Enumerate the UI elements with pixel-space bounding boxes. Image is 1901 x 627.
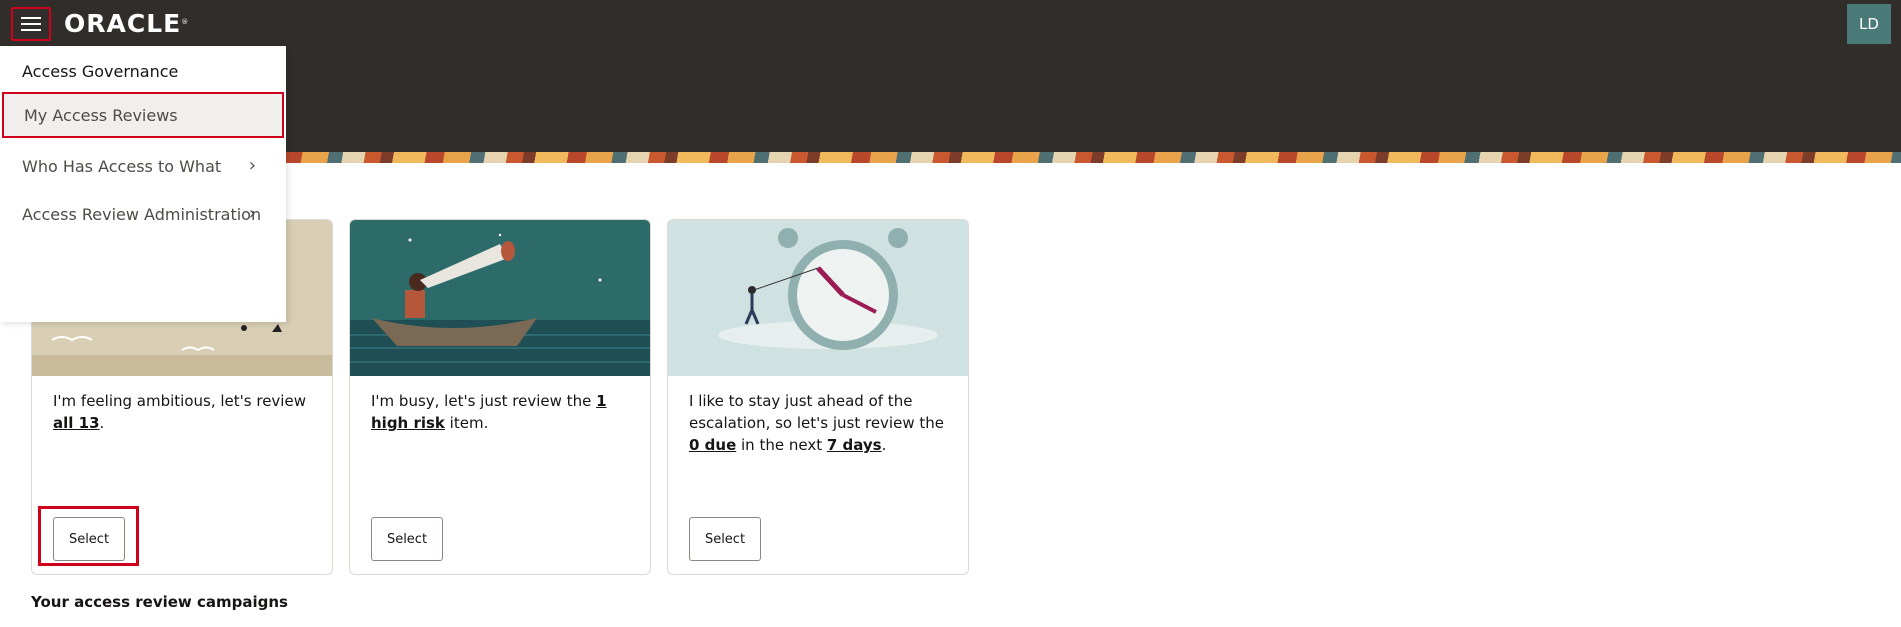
review-option-card-high-risk: I'm busy, let's just review the 1 high r… — [349, 219, 651, 575]
hamburger-menu-button[interactable] — [11, 7, 51, 41]
menu-item-label: Who Has Access to What — [22, 156, 222, 176]
navigation-drawer: Access Governance My Access Reviews Who … — [0, 46, 286, 322]
card-text: in the next — [736, 436, 827, 454]
oracle-logo[interactable]: ORACLE® — [64, 10, 189, 38]
menu-item-label: My Access Reviews — [24, 105, 178, 125]
days-window-link[interactable]: 7 days — [827, 436, 882, 454]
card-text: I'm busy, let's just review the — [371, 392, 597, 410]
menu-item-who-has-access[interactable]: Who Has Access to What › — [0, 143, 286, 189]
clock-illustration — [668, 220, 968, 376]
card-text: I'm feeling ambitious, let's review — [53, 392, 306, 410]
due-items-link[interactable]: 0 due — [689, 436, 736, 454]
select-due-button[interactable]: Select — [689, 517, 761, 561]
card-text: item. — [444, 414, 489, 432]
card-description: I'm busy, let's just review the 1 high r… — [371, 390, 633, 434]
menu-item-my-access-reviews[interactable]: My Access Reviews — [2, 92, 284, 138]
card-text: I like to stay just ahead of the escalat… — [689, 392, 944, 432]
menu-item-access-review-administration[interactable]: Access Review Administration › — [0, 191, 286, 237]
card-text: . — [881, 436, 887, 454]
card-text: . — [99, 414, 105, 432]
user-avatar[interactable]: LD — [1847, 4, 1891, 44]
review-option-card-due: I like to stay just ahead of the escalat… — [667, 219, 969, 575]
chevron-right-icon: › — [248, 203, 256, 224]
registered-mark: ® — [181, 18, 190, 26]
section-title: Your access review campaigns — [31, 593, 288, 611]
chevron-right-icon: › — [248, 155, 256, 176]
card-description: I'm feeling ambitious, let's review all … — [53, 390, 315, 434]
telescope-illustration — [350, 220, 650, 376]
card-description: I like to stay just ahead of the escalat… — [689, 390, 951, 456]
menu-item-label: Access Review Administration — [22, 204, 262, 224]
top-bar: ORACLE® LD — [0, 0, 1901, 48]
all-items-link[interactable]: all 13 — [53, 414, 100, 432]
menu-heading: Access Governance — [22, 62, 179, 81]
select-all-button[interactable]: Select — [53, 517, 125, 561]
hamburger-icon — [21, 17, 41, 31]
logo-text: ORACLE — [64, 9, 182, 38]
select-high-risk-button[interactable]: Select — [371, 517, 443, 561]
